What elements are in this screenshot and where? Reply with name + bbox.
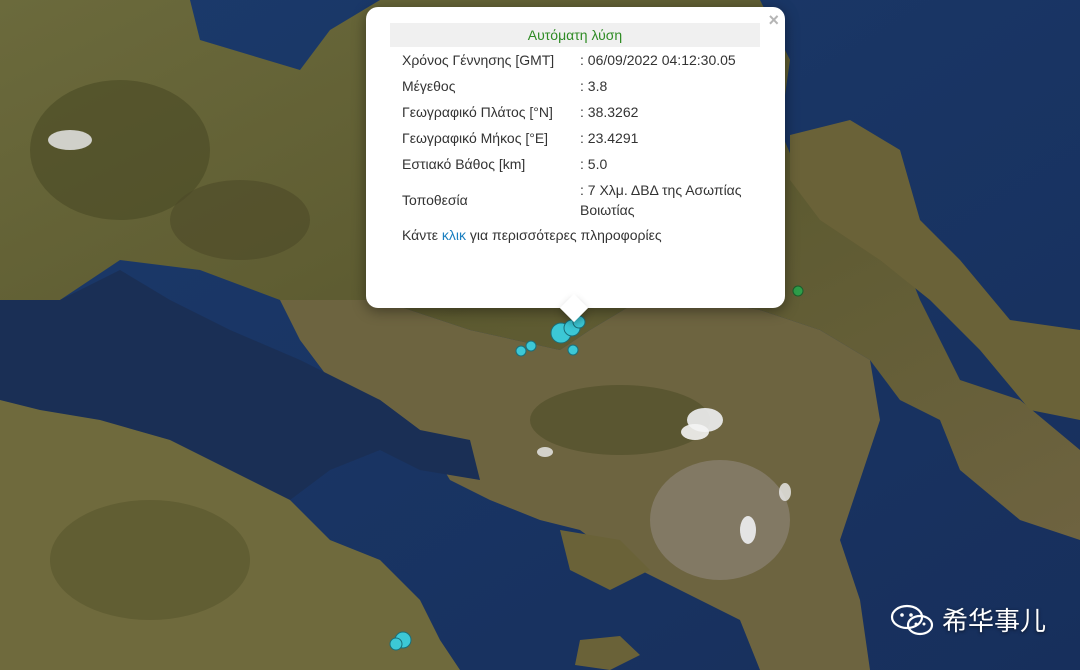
info-table: Αυτόματη λύση Χρόνος Γέννησης [GMT] : 06…	[390, 23, 760, 223]
row-value: : 3.8	[580, 78, 608, 94]
row-value: : 06/09/2022 04:12:30.05	[568, 47, 760, 73]
popup-content: Αυτόματη λύση Χρόνος Γέννησης [GMT] : 06…	[390, 23, 761, 243]
mountain-patch	[170, 180, 310, 260]
table-row: Μέγεθος : 3.8	[390, 73, 760, 99]
earthquake-popup: × Αυτόματη λύση Χρόνος Γέννησης [GMT] : …	[366, 7, 785, 323]
cloud	[681, 424, 709, 440]
more-prefix: Κάντε	[402, 227, 442, 243]
watermark: 希华事儿	[890, 601, 1046, 638]
mountain-patch	[50, 500, 250, 620]
row-value: : 23.4291	[580, 130, 639, 146]
row-value: : 7 Χλμ. ΔΒΔ της Ασωπίας Βοιωτίας	[580, 182, 742, 218]
more-info-text: Κάντε κλικ για περισσότερες πληροφορίες	[390, 223, 761, 243]
row-label: Εστιακό Βάθος [km]	[390, 151, 568, 177]
mountain-patch	[530, 385, 710, 455]
more-info-link[interactable]: κλικ	[442, 227, 466, 243]
watermark-text: 希华事儿	[941, 606, 1046, 636]
row-label: Χρόνος Γέννησης [GMT]	[390, 47, 568, 73]
cloud	[779, 483, 791, 501]
table-row: Γεωγραφικό Πλάτος [°N] : 38.3262	[390, 99, 760, 125]
cloud	[537, 447, 553, 457]
quake-marker-old[interactable]	[792, 285, 804, 297]
row-value: : 38.3262	[568, 99, 760, 125]
quake-marker[interactable]	[525, 340, 537, 352]
row-label: Γεωγραφικό Μήκος [°E]	[402, 130, 549, 146]
close-button[interactable]: ×	[768, 11, 779, 29]
row-label: Τοποθεσία	[402, 192, 468, 208]
row-label: Μέγεθος	[402, 78, 456, 94]
table-row: Γεωγραφικό Μήκος [°E] : 23.4291	[390, 125, 760, 151]
row-label: Γεωγραφικό Πλάτος [°N]	[390, 99, 568, 125]
athens-urban-area	[650, 460, 790, 580]
table-row: Εστιακό Βάθος [km] : 5.0	[390, 151, 760, 177]
cloud	[740, 516, 756, 544]
quake-marker[interactable]	[567, 344, 579, 356]
cloud	[48, 130, 92, 150]
table-header-row: Αυτόματη λύση	[390, 23, 760, 47]
solution-header: Αυτόματη λύση	[390, 23, 760, 47]
table-row: Τοποθεσία : 7 Χλμ. ΔΒΔ της Ασωπίας Βοιωτ…	[390, 177, 760, 223]
quake-marker[interactable]	[389, 637, 403, 651]
row-value: : 5.0	[568, 151, 760, 177]
quake-marker[interactable]	[515, 345, 527, 357]
table-row: Χρόνος Γέννησης [GMT] : 06/09/2022 04:12…	[390, 47, 760, 73]
wechat-icon	[890, 604, 934, 635]
more-suffix: για περισσότερες πληροφορίες	[466, 227, 662, 243]
